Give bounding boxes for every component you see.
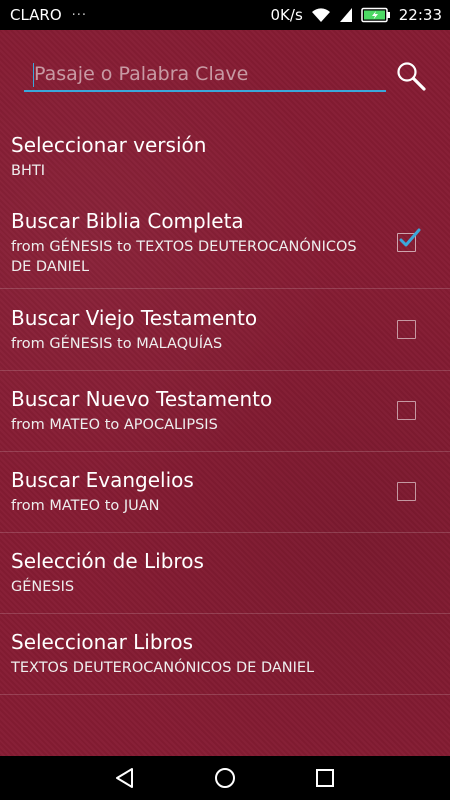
recents-icon bbox=[316, 769, 334, 787]
divider bbox=[0, 451, 450, 452]
text-caret bbox=[33, 63, 34, 87]
gospels-checkbox[interactable] bbox=[397, 482, 416, 501]
select-version-item[interactable]: Seleccionar versión BHTI bbox=[0, 133, 450, 181]
notification-dots: ··· bbox=[71, 7, 88, 23]
select-books-item[interactable]: Seleccionar Libros TEXTOS DEUTEROCANÓNIC… bbox=[0, 630, 450, 678]
item-subtitle: GÉNESIS bbox=[11, 579, 75, 595]
search-screen: Seleccionar versión BHTI Buscar Biblia C… bbox=[0, 30, 450, 756]
divider bbox=[0, 694, 450, 695]
home-button[interactable] bbox=[213, 766, 237, 790]
item-title: Seleccionar Libros bbox=[11, 630, 193, 654]
search-button[interactable] bbox=[395, 60, 427, 92]
item-subtitle: from MATEO to JUAN bbox=[11, 498, 160, 514]
carrier-label: CLARO bbox=[10, 6, 62, 24]
back-icon bbox=[116, 768, 133, 788]
item-subtitle: BHTI bbox=[11, 163, 45, 179]
divider bbox=[0, 613, 450, 614]
search-gospels-item[interactable]: Buscar Evangelios from MATEO to JUAN bbox=[0, 468, 450, 516]
search-new-testament-item[interactable]: Buscar Nuevo Testamento from MATEO to AP… bbox=[0, 387, 450, 435]
item-title: Buscar Evangelios bbox=[11, 468, 194, 492]
navigation-bar bbox=[0, 756, 450, 800]
back-button[interactable] bbox=[113, 766, 137, 790]
item-title: Buscar Nuevo Testamento bbox=[11, 387, 273, 411]
search-icon bbox=[397, 62, 426, 91]
divider bbox=[0, 370, 450, 371]
old-testament-checkbox[interactable] bbox=[397, 320, 416, 339]
search-bar bbox=[0, 30, 450, 125]
item-title: Selección de Libros bbox=[11, 549, 204, 573]
recents-button[interactable] bbox=[313, 766, 337, 790]
item-title: Buscar Biblia Completa bbox=[11, 209, 244, 233]
search-input[interactable] bbox=[24, 58, 386, 92]
item-subtitle: from GÉNESIS to MALAQUÍAS bbox=[11, 336, 223, 352]
checkmark-icon bbox=[399, 228, 421, 247]
item-subtitle: from GÉNESIS to TEXTOS DEUTEROCANÓNICOS … bbox=[11, 239, 357, 275]
divider bbox=[0, 288, 450, 289]
wifi-icon bbox=[311, 7, 331, 23]
clock: 22:33 bbox=[398, 6, 442, 24]
status-right: 0K/s 22:33 bbox=[271, 6, 442, 24]
home-icon bbox=[215, 768, 235, 788]
search-whole-bible-item[interactable]: Buscar Biblia Completa from GÉNESIS to T… bbox=[0, 209, 450, 277]
status-bar: CLARO ··· 0K/s 22:33 bbox=[0, 0, 450, 30]
divider bbox=[0, 532, 450, 533]
item-subtitle: TEXTOS DEUTEROCANÓNICOS DE DANIEL bbox=[11, 660, 315, 676]
item-title: Seleccionar versión bbox=[11, 133, 207, 157]
item-title: Buscar Viejo Testamento bbox=[11, 306, 258, 330]
battery-icon bbox=[361, 7, 391, 23]
cell-signal-icon bbox=[339, 7, 353, 23]
new-testament-checkbox[interactable] bbox=[397, 401, 416, 420]
item-subtitle: from MATEO to APOCALIPSIS bbox=[11, 417, 218, 433]
data-rate: 0K/s bbox=[270, 6, 303, 24]
search-old-testament-item[interactable]: Buscar Viejo Testamento from GÉNESIS to … bbox=[0, 306, 450, 354]
book-selection-item[interactable]: Selección de Libros GÉNESIS bbox=[0, 549, 450, 597]
whole-bible-checkbox[interactable] bbox=[397, 228, 421, 252]
